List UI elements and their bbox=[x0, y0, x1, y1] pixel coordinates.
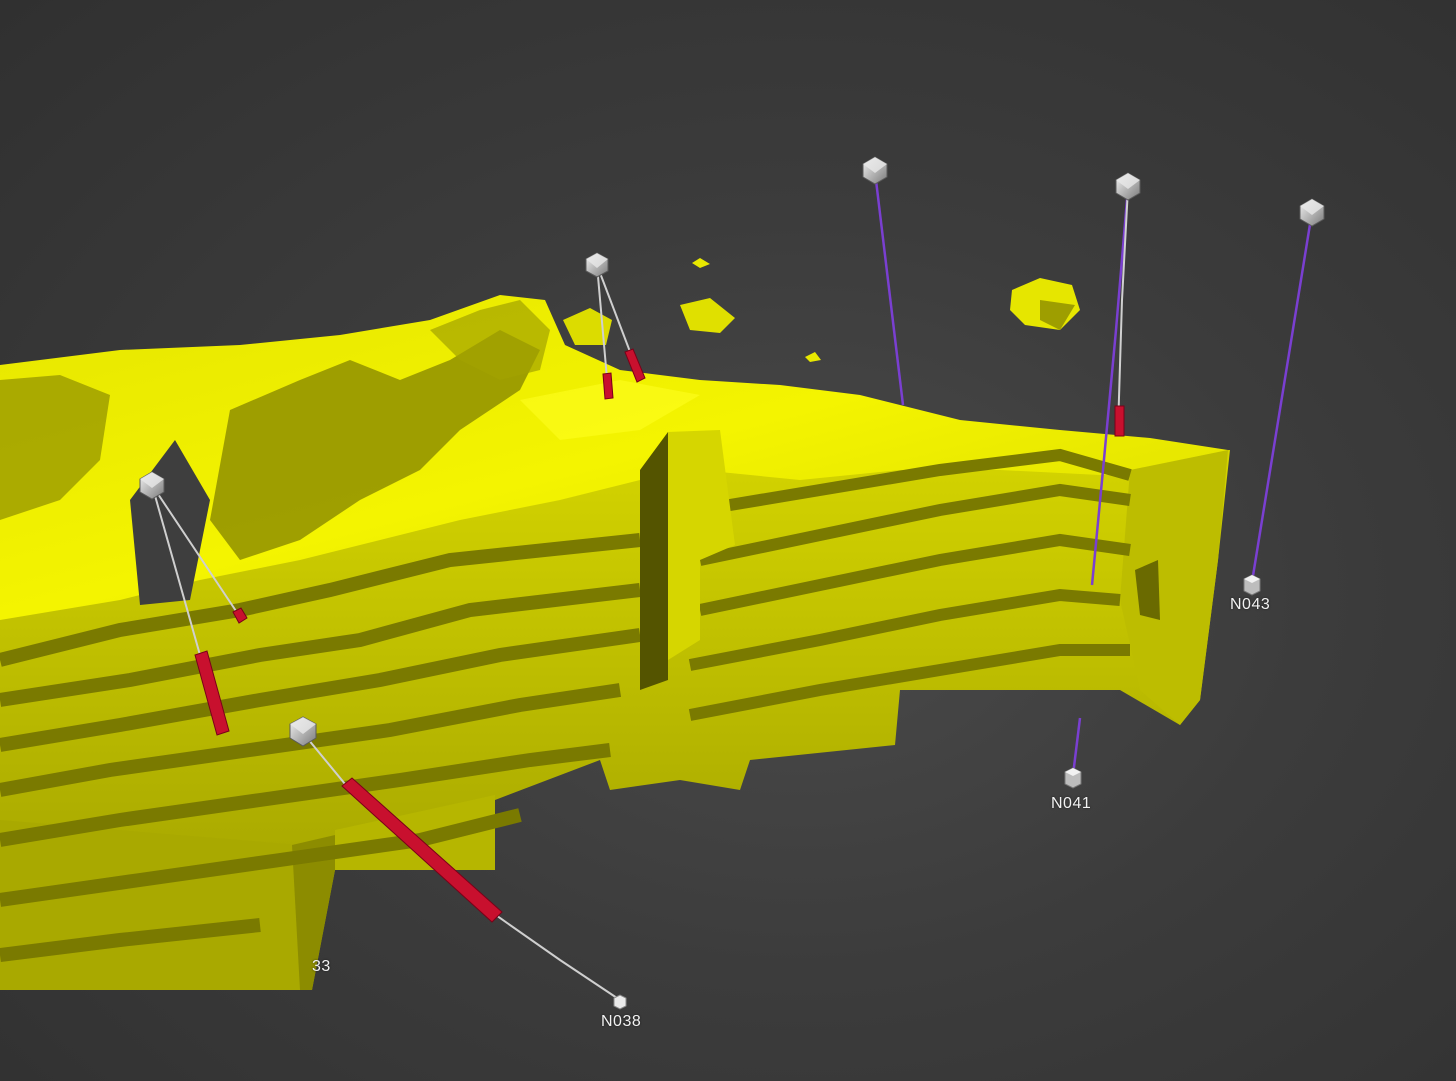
intercept-top-a[interactable] bbox=[602, 372, 614, 400]
fragment-3 bbox=[563, 308, 612, 345]
3d-viewport[interactable]: N038 N041 N043 33 bbox=[0, 0, 1456, 1081]
fragment-5 bbox=[805, 352, 821, 362]
intercept-n041[interactable] bbox=[1114, 405, 1125, 437]
fragment-4 bbox=[692, 258, 710, 268]
drillhole-label-n041: N041 bbox=[1051, 795, 1092, 812]
icosahedron-icon[interactable] bbox=[1299, 198, 1325, 227]
drillhole-trace-mid[interactable] bbox=[873, 171, 905, 406]
drillhole-trace-n041-drilled[interactable] bbox=[1117, 187, 1129, 431]
cube-icon[interactable] bbox=[613, 994, 627, 1010]
drillhole-label-partial: 33 bbox=[312, 958, 331, 975]
drillhole-label-n043: N043 bbox=[1230, 596, 1271, 613]
icosahedron-icon[interactable] bbox=[585, 252, 609, 278]
drillhole-trace-n041-lower[interactable] bbox=[1071, 717, 1082, 776]
orebody bbox=[0, 295, 1230, 990]
cube-icon[interactable] bbox=[1064, 767, 1082, 789]
cube-icon[interactable] bbox=[1243, 574, 1261, 596]
orebody-lower-block bbox=[0, 820, 312, 990]
orebody-central-gap bbox=[640, 432, 668, 690]
icosahedron-icon[interactable] bbox=[862, 156, 888, 185]
drillhole-trace-n043[interactable] bbox=[1250, 211, 1314, 583]
orebody-model-scene[interactable] bbox=[0, 0, 1456, 1081]
orebody-fragments bbox=[563, 258, 1080, 362]
fragment-2 bbox=[680, 298, 735, 333]
icosahedron-icon[interactable] bbox=[1115, 172, 1141, 201]
drillhole-label-n038: N038 bbox=[601, 1013, 642, 1030]
